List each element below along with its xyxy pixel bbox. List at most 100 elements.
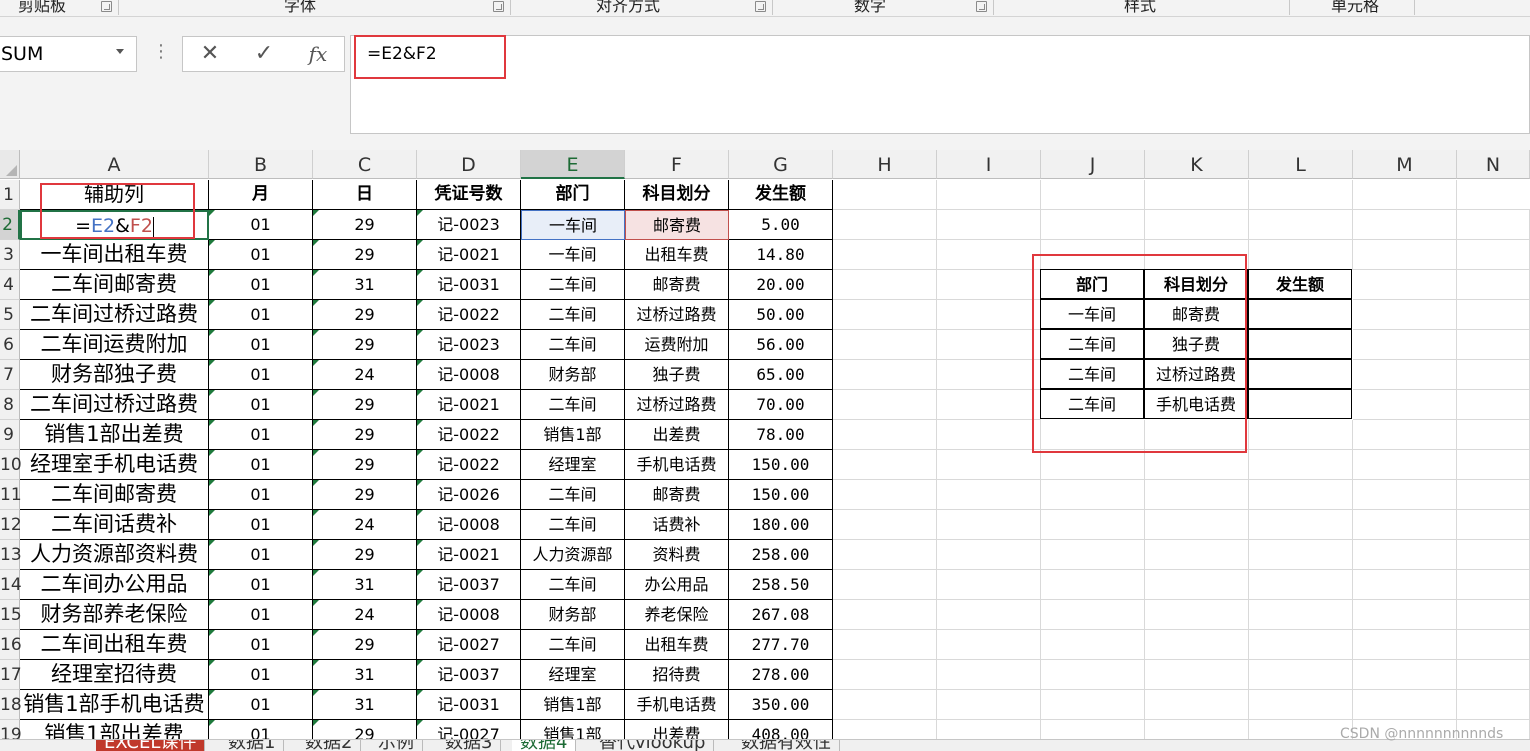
day-header[interactable]: 日 — [313, 180, 417, 210]
empty-cell[interactable] — [1457, 300, 1530, 330]
empty-cell[interactable] — [1457, 390, 1530, 420]
amount-cell[interactable]: 278.00 — [729, 660, 833, 690]
empty-cell[interactable] — [1249, 420, 1353, 450]
empty-cell[interactable] — [1145, 660, 1249, 690]
empty-cell[interactable] — [1249, 660, 1353, 690]
lookup-amount-header[interactable]: 发生额 — [1248, 269, 1352, 299]
empty-cell[interactable] — [833, 420, 937, 450]
empty-cell[interactable] — [1041, 690, 1145, 720]
department-cell[interactable]: 经理室 — [521, 450, 625, 480]
empty-cell[interactable] — [1145, 570, 1249, 600]
empty-cell[interactable] — [1041, 180, 1145, 210]
voucher-cell[interactable]: 记-0008 — [417, 600, 521, 630]
department-cell[interactable]: 一车间 — [521, 210, 625, 240]
helper-cell[interactable]: 一车间出租车费 — [20, 240, 209, 270]
empty-cell[interactable] — [1353, 630, 1457, 660]
day-cell[interactable]: 29 — [313, 540, 417, 570]
empty-cell[interactable] — [833, 390, 937, 420]
empty-cell[interactable] — [1249, 510, 1353, 540]
column-header-m[interactable]: M — [1353, 150, 1457, 179]
voucher-cell[interactable]: 记-0037 — [417, 570, 521, 600]
month-cell[interactable]: 01 — [209, 690, 313, 720]
subject-cell[interactable]: 手机电话费 — [625, 450, 729, 480]
helper-cell[interactable]: 二车间运费附加 — [20, 330, 209, 360]
month-cell[interactable]: 01 — [209, 510, 313, 540]
empty-cell[interactable] — [1457, 570, 1530, 600]
empty-cell[interactable] — [937, 540, 1041, 570]
empty-cell[interactable] — [1457, 600, 1530, 630]
empty-cell[interactable] — [1145, 600, 1249, 630]
department-cell[interactable]: 二车间 — [521, 510, 625, 540]
empty-cell[interactable] — [1249, 180, 1353, 210]
empty-cell[interactable] — [1353, 300, 1457, 330]
helper-cell[interactable]: 经理室招待费 — [20, 660, 209, 690]
row-header-4[interactable]: 4 — [0, 270, 20, 300]
department-cell[interactable]: 二车间 — [521, 630, 625, 660]
empty-cell[interactable] — [1041, 210, 1145, 240]
empty-cell[interactable] — [1249, 570, 1353, 600]
voucher-cell[interactable]: 记-0023 — [417, 330, 521, 360]
column-header-n[interactable]: N — [1457, 150, 1530, 179]
subject-cell[interactable]: 出差费 — [625, 420, 729, 450]
voucher-cell[interactable]: 记-0031 — [417, 690, 521, 720]
helper-cell[interactable]: 财务部养老保险 — [20, 600, 209, 630]
sheet-tab[interactable]: 数据3 — [437, 740, 502, 751]
department-cell[interactable]: 销售1部 — [521, 690, 625, 720]
empty-cell[interactable] — [833, 690, 937, 720]
empty-cell[interactable] — [937, 630, 1041, 660]
sheet-tab[interactable]: 数据1 — [220, 740, 285, 751]
empty-cell[interactable] — [1353, 360, 1457, 390]
empty-cell[interactable] — [1145, 210, 1249, 240]
subject-cell[interactable]: 邮寄费 — [625, 270, 729, 300]
column-header-k[interactable]: K — [1145, 150, 1249, 179]
empty-cell[interactable] — [937, 420, 1041, 450]
month-cell[interactable]: 01 — [209, 360, 313, 390]
helper-cell[interactable]: 二车间出租车费 — [20, 630, 209, 660]
empty-cell[interactable] — [1353, 240, 1457, 270]
empty-cell[interactable] — [1457, 480, 1530, 510]
empty-cell[interactable] — [1249, 540, 1353, 570]
voucher-cell[interactable]: 记-0008 — [417, 360, 521, 390]
row-header-11[interactable]: 11 — [0, 480, 22, 510]
row-header-18[interactable]: 18 — [0, 690, 22, 720]
empty-cell[interactable] — [937, 390, 1041, 420]
empty-cell[interactable] — [937, 660, 1041, 690]
empty-cell[interactable] — [1457, 210, 1530, 240]
subject-cell[interactable]: 运费附加 — [625, 330, 729, 360]
empty-cell[interactable] — [833, 570, 937, 600]
row-header-3[interactable]: 3 — [0, 240, 20, 270]
column-header-h[interactable]: H — [833, 150, 937, 179]
month-header[interactable]: 月 — [209, 180, 313, 210]
day-cell[interactable]: 29 — [313, 240, 417, 270]
day-cell[interactable]: 29 — [313, 330, 417, 360]
subject-cell[interactable]: 手机电话费 — [625, 690, 729, 720]
month-cell[interactable]: 01 — [209, 270, 313, 300]
department-cell[interactable]: 二车间 — [521, 390, 625, 420]
empty-cell[interactable] — [1457, 330, 1530, 360]
department-cell[interactable]: 二车间 — [521, 270, 625, 300]
sheet-tab[interactable]: 数据2 — [297, 740, 362, 751]
month-cell[interactable]: 01 — [209, 630, 313, 660]
empty-cell[interactable] — [833, 300, 937, 330]
empty-cell[interactable] — [937, 270, 1041, 300]
empty-cell[interactable] — [1249, 240, 1353, 270]
helper-cell[interactable]: 人力资源部资料费 — [20, 540, 209, 570]
day-cell[interactable]: 24 — [313, 510, 417, 540]
lookup-amount-cell[interactable] — [1248, 389, 1352, 419]
amount-cell[interactable]: 350.00 — [729, 690, 833, 720]
subject-cell[interactable]: 招待费 — [625, 660, 729, 690]
empty-cell[interactable] — [1249, 210, 1353, 240]
amount-cell[interactable]: 258.50 — [729, 570, 833, 600]
amount-cell[interactable]: 5.00 — [729, 210, 833, 240]
empty-cell[interactable] — [1249, 690, 1353, 720]
empty-cell[interactable] — [833, 630, 937, 660]
day-cell[interactable]: 24 — [313, 600, 417, 630]
empty-cell[interactable] — [1145, 510, 1249, 540]
empty-cell[interactable] — [1041, 660, 1145, 690]
drag-handle-icon[interactable]: ⋮ — [152, 42, 170, 62]
empty-cell[interactable] — [833, 240, 937, 270]
amount-cell[interactable]: 277.70 — [729, 630, 833, 660]
helper-cell[interactable]: 销售1部手机电话费 — [20, 690, 209, 720]
amount-cell[interactable]: 50.00 — [729, 300, 833, 330]
cancel-icon[interactable]: ✕ — [183, 37, 237, 71]
